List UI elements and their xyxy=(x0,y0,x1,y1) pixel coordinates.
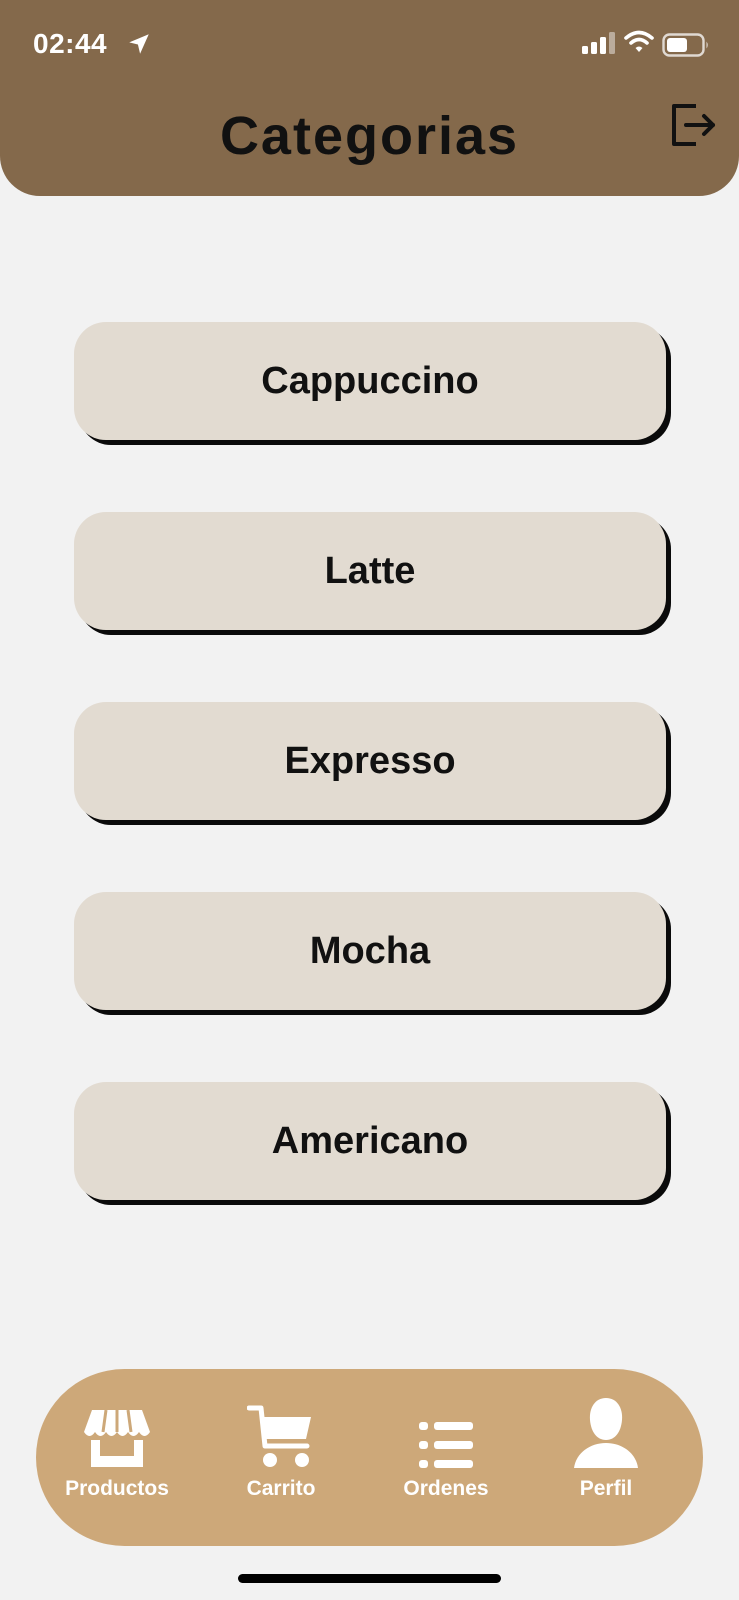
nav-perfil-label: Perfil xyxy=(579,1477,633,1500)
category-expresso-button[interactable]: Expresso xyxy=(74,702,666,820)
location-arrow-icon xyxy=(129,34,149,54)
bottom-nav: Productos Carrito Ordenes Perfil xyxy=(36,1369,703,1546)
category-cappuccino-button[interactable]: Cappuccino xyxy=(74,322,666,440)
category-latte-button[interactable]: Latte xyxy=(74,512,666,630)
cellular-signal-icon xyxy=(582,32,615,54)
nav-perfil[interactable]: Perfil xyxy=(556,1369,656,1546)
home-indicator[interactable] xyxy=(238,1574,501,1583)
header-bar: 02:44 Categorias xyxy=(0,0,739,196)
nav-carrito[interactable]: Carrito xyxy=(226,1369,336,1546)
category-americano-button[interactable]: Americano xyxy=(74,1082,666,1200)
cart-icon xyxy=(247,1405,315,1470)
category-mocha-button[interactable]: Mocha xyxy=(74,892,666,1010)
nav-carrito-label: Carrito xyxy=(246,1477,316,1500)
store-icon xyxy=(82,1408,152,1470)
user-icon xyxy=(573,1398,639,1470)
nav-ordenes-label: Ordenes xyxy=(403,1477,489,1500)
nav-ordenes[interactable]: Ordenes xyxy=(386,1369,506,1546)
nav-productos[interactable]: Productos xyxy=(54,1369,180,1546)
list-icon xyxy=(419,1408,473,1470)
battery-icon xyxy=(662,33,708,57)
page-title: Categorias xyxy=(219,106,520,166)
logout-icon[interactable] xyxy=(668,100,718,150)
status-time: 02:44 xyxy=(33,28,108,59)
nav-productos-label: Productos xyxy=(65,1477,169,1500)
wifi-icon xyxy=(624,30,654,52)
